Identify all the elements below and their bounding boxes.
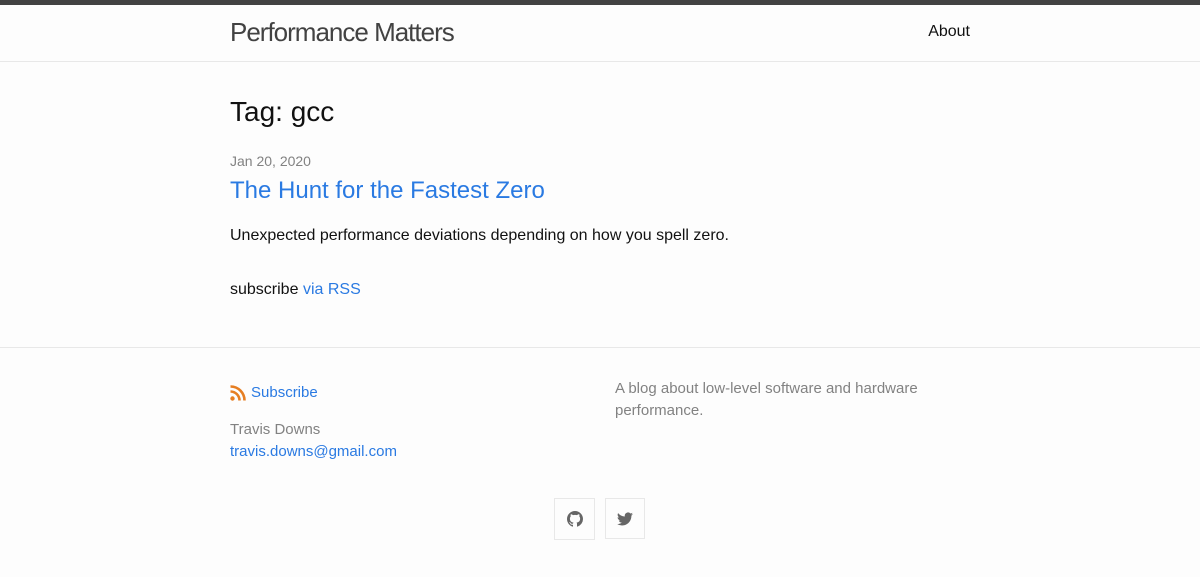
github-button[interactable] xyxy=(554,498,595,540)
subscribe-line: subscribe via RSS xyxy=(230,280,361,300)
rss-link[interactable]: via RSS xyxy=(303,281,361,298)
subscribe-text: subscribe xyxy=(230,281,299,298)
github-icon xyxy=(566,511,583,527)
twitter-button[interactable] xyxy=(605,498,645,539)
nav-about-link[interactable]: About xyxy=(928,22,970,42)
post-excerpt: Unexpected performance deviations depend… xyxy=(230,227,729,244)
post-date: Jan 20, 2020 xyxy=(230,153,311,169)
page-title: Tag: gcc xyxy=(230,96,335,127)
site-footer: Subscribe Travis Downs travis.downs@gmai… xyxy=(0,347,1200,577)
footer-email-link[interactable]: travis.downs@gmail.com xyxy=(230,442,397,462)
site-title-link[interactable]: Performance Matters xyxy=(230,17,455,47)
footer-subscribe-label: Subscribe xyxy=(251,384,318,401)
post-title-link[interactable]: The Hunt for the Fastest Zero xyxy=(230,176,545,206)
site-header: Performance Matters About xyxy=(0,5,1200,62)
footer-author-name: Travis Downs xyxy=(230,421,321,438)
footer-description: A blog about low-level software and hard… xyxy=(615,380,918,419)
rss-icon xyxy=(230,385,246,401)
twitter-icon xyxy=(617,511,633,527)
footer-subscribe-link[interactable]: Subscribe xyxy=(230,383,318,403)
